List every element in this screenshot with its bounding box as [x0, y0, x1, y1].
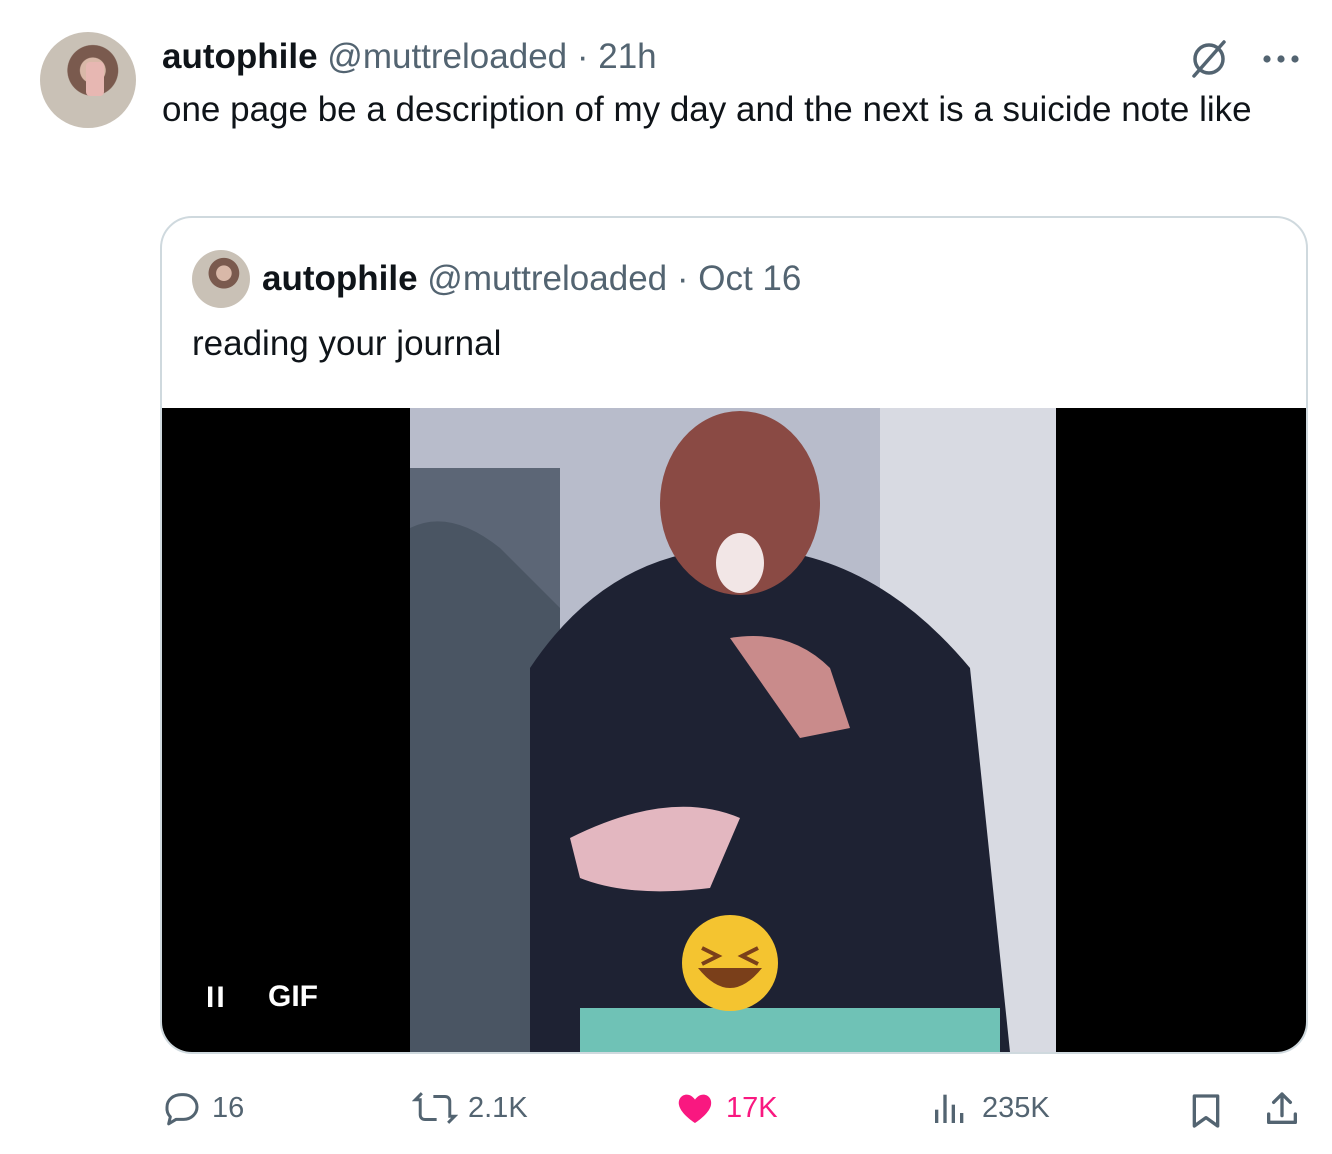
author-handle[interactable]: @muttreloaded: [327, 37, 567, 76]
author-avatar[interactable]: [40, 32, 136, 128]
quoted-tweet[interactable]: autophile @muttreloaded · Oct 16 reading…: [160, 216, 1308, 1054]
quoted-author-handle: @muttreloaded: [427, 259, 668, 298]
header-separator: ·: [576, 37, 589, 76]
share-icon[interactable]: [1262, 1088, 1302, 1130]
author-name[interactable]: autophile: [162, 37, 318, 76]
repost-count: 2.1K: [468, 1091, 528, 1124]
like-button[interactable]: 17K: [674, 1088, 778, 1128]
gif-scene-illustration: [410, 408, 1056, 1052]
quoted-header: autophile @muttreloaded · Oct 16: [262, 258, 801, 300]
gif-frame: [410, 408, 1056, 1052]
bookmark-icon[interactable]: [1186, 1090, 1226, 1132]
gif-badge: GIF: [268, 980, 318, 1013]
repost-icon: [412, 1092, 458, 1124]
views-button[interactable]: 235K: [928, 1088, 1050, 1128]
more-options-icon[interactable]: [1258, 44, 1304, 74]
tweet-header: autophile @muttreloaded · 21h: [162, 36, 657, 78]
like-count: 17K: [726, 1091, 778, 1124]
pause-button[interactable]: II: [206, 981, 227, 1015]
action-bar: 16 2.1K 17K 235K: [0, 1088, 1332, 1132]
tweet-text: one page be a description of my day and …: [162, 90, 1252, 129]
quoted-author-name: autophile: [262, 259, 418, 298]
reply-count: 16: [212, 1091, 245, 1124]
analytics-icon: [935, 1094, 964, 1123]
quoted-text: reading your journal: [192, 324, 502, 363]
quoted-separator: ·: [676, 259, 689, 298]
quoted-date: Oct 16: [698, 259, 802, 298]
quoted-author-avatar: [192, 250, 250, 308]
view-count: 235K: [982, 1091, 1050, 1124]
reply-icon: [165, 1093, 199, 1126]
avatar-phone-detail: [86, 62, 104, 96]
repost-button[interactable]: 2.1K: [412, 1088, 528, 1128]
heart-icon: [678, 1094, 712, 1123]
grok-icon[interactable]: [1188, 38, 1230, 80]
tweet-time[interactable]: 21h: [598, 37, 656, 76]
reply-button[interactable]: 16: [162, 1088, 244, 1128]
gif-media[interactable]: II GIF: [162, 408, 1306, 1052]
